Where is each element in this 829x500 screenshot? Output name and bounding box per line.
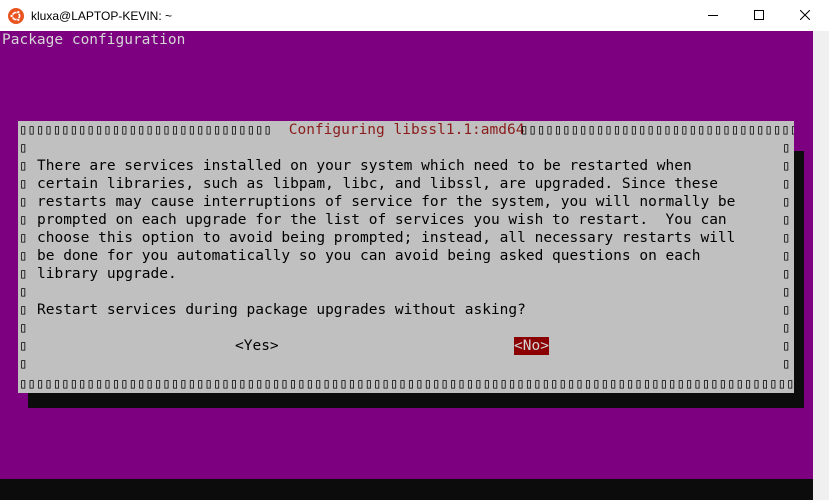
dialog-question: Restart services during package upgrades…	[37, 302, 526, 318]
dialog-message-line: There are services installed on your sys…	[37, 158, 692, 174]
dialog-message-line: prompted on each upgrade for the list of…	[37, 212, 727, 228]
dialog-frame-top-right: ▯▯▯▯▯▯▯▯▯▯▯▯▯▯▯▯▯▯▯▯▯▯▯▯▯▯▯▯▯▯▯▯▯▯▯▯▯▯▯▯…	[520, 122, 794, 138]
dialog-frame-bottom: ▯▯▯▯▯▯▯▯▯▯▯▯▯▯▯▯▯▯▯▯▯▯▯▯▯▯▯▯▯▯▯▯▯▯▯▯▯▯▯▯…	[19, 376, 793, 392]
maximize-button[interactable]	[736, 0, 782, 31]
dialog-frame-right: ▯ ▯ ▯ ▯ ▯ ▯ ▯ ▯ ▯ ▯ ▯ ▯ ▯	[782, 140, 791, 372]
no-button[interactable]: <No>	[514, 337, 549, 355]
dialog-title: Configuring libssl1.1:amd64	[280, 122, 534, 138]
terminal-area[interactable]: Package configuration ▯▯▯▯▯▯▯▯▯▯▯▯▯▯▯▯▯▯…	[0, 31, 813, 500]
yes-button[interactable]: <Yes>	[235, 337, 279, 355]
dialog-message-line: be done for you automatically so you can…	[37, 248, 701, 264]
close-button[interactable]	[782, 0, 828, 31]
dialog-message-line: certain libraries, such as libpam, libc,…	[37, 176, 718, 192]
terminal-bottom-bar	[0, 479, 813, 500]
dialog-message-line: choose this option to avoid being prompt…	[37, 230, 736, 246]
dialog-frame-top-left: ▯▯▯▯▯▯▯▯▯▯▯▯▯▯▯▯▯▯▯▯▯▯▯▯▯▯▯▯▯▯▯▯▯▯▯▯▯▯▯▯…	[19, 122, 273, 138]
dialog-message: There are services installed on your sys…	[37, 157, 777, 283]
page-title: Package configuration	[2, 32, 186, 48]
scrollbar[interactable]	[813, 31, 829, 500]
dialog-message-line: restarts may cause interruptions of serv…	[37, 194, 736, 210]
close-icon	[800, 10, 810, 20]
minimize-button[interactable]	[690, 0, 736, 31]
window-title-bar[interactable]: kluxa@LAPTOP-KEVIN: ~	[0, 0, 829, 32]
minimize-icon	[708, 15, 718, 16]
maximize-icon	[754, 10, 764, 20]
dialog-message-line: library upgrade.	[37, 266, 177, 282]
window-title: kluxa@LAPTOP-KEVIN: ~	[31, 9, 173, 23]
ubuntu-icon	[8, 8, 24, 24]
dialog-box: ▯▯▯▯▯▯▯▯▯▯▯▯▯▯▯▯▯▯▯▯▯▯▯▯▯▯▯▯▯▯▯▯▯▯▯▯▯▯▯▯…	[18, 121, 794, 393]
dialog-frame-left: ▯ ▯ ▯ ▯ ▯ ▯ ▯ ▯ ▯ ▯ ▯ ▯ ▯	[19, 140, 28, 372]
